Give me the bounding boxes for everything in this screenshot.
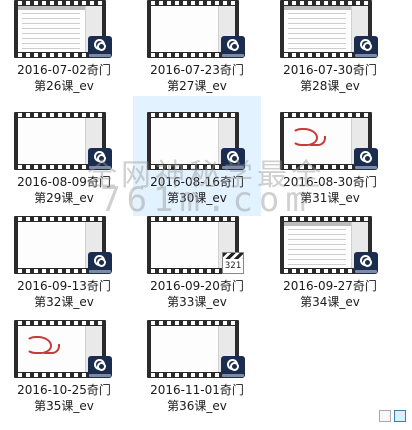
video-file-item[interactable]: 2016-08-30奇门 第31课_ev [266,112,394,216]
player-icon [354,148,378,170]
video-file-item[interactable]: 2016-08-09奇门 第29课_ev [0,112,128,216]
video-file-item[interactable]: 2016-09-27奇门 第34课_ev [266,216,394,320]
video-file-item[interactable]: 321 2016-09-20奇门 第33课_ev [133,216,261,320]
player-icon [221,356,245,378]
player-icon [88,36,112,58]
player-icon [221,148,245,170]
video-file-item-selected[interactable]: 2016-08-16奇门 第30课_ev [133,96,261,216]
file-name: 2016-11-01奇门 第36课_ev [150,383,244,413]
file-name: 2016-10-25奇门 第35课_ev [17,383,111,413]
file-name: 2016-07-30奇门 第28课_ev [283,63,377,93]
video-file-item[interactable]: 2016-11-01奇门 第36课_ev [133,320,261,424]
file-name: 2016-07-23奇门 第27课_ev [150,63,244,93]
video-file-item[interactable]: 2016-07-02奇门 第26课_ev [0,0,128,104]
video-file-item[interactable]: 2016-09-13奇门 第32课_ev [0,216,128,320]
player-icon [88,252,112,274]
large-icons-view-icon[interactable] [394,410,406,422]
view-toggle [376,407,406,426]
video-file-item[interactable]: 2016-07-23奇门 第27课_ev [133,0,261,104]
video-file-item[interactable]: 2016-07-30奇门 第28课_ev [266,0,394,104]
file-name: 2016-09-20奇门 第33课_ev [150,279,244,309]
player-icon [354,36,378,58]
video-file-item[interactable]: 2016-10-25奇门 第35课_ev [0,320,128,424]
player-icon [354,252,378,274]
file-name: 2016-09-27奇门 第34课_ev [283,279,377,309]
file-name: 2016-09-13奇门 第32课_ev [17,279,111,309]
player-icon [88,356,112,378]
clapperboard-icon: 321 [222,252,244,274]
file-name: 2016-08-09奇门 第29课_ev [17,175,111,205]
file-name: 2016-07-02奇门 第26课_ev [17,63,111,93]
file-name: 2016-08-16奇门 第30课_ev [150,175,244,205]
player-icon [221,36,245,58]
file-grid: 2016-07-02奇门 第26课_ev 2016-07-23奇门 第27课_ev … [0,0,412,430]
player-icon [88,148,112,170]
file-name: 2016-08-30奇门 第31课_ev [283,175,377,205]
details-view-icon[interactable] [379,410,391,422]
